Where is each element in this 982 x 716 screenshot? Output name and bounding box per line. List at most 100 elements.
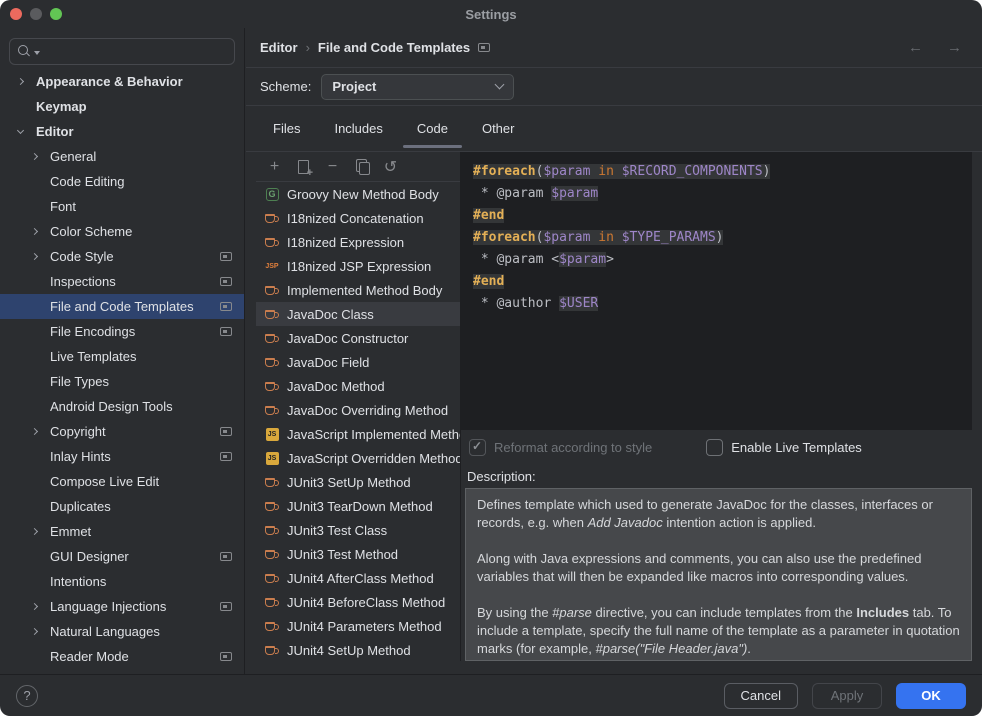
sidebar-item-gui-designer[interactable]: GUI Designer — [0, 544, 244, 569]
add-button[interactable]: + — [260, 154, 289, 180]
reset-button[interactable]: ↺ — [376, 154, 405, 180]
groovy-icon: G — [264, 188, 280, 201]
sidebar-item-file-and-code-templates[interactable]: File and Code Templates — [0, 294, 244, 319]
sidebar-item-keymap[interactable]: Keymap — [0, 94, 244, 119]
java-icon — [264, 646, 280, 655]
create-from-template-button[interactable] — [289, 154, 318, 180]
list-item-javascript-overridden-method[interactable]: JSJavaScript Overridden Method — [256, 446, 460, 470]
list-item-junit4-afterclass-method[interactable]: JUnit4 AfterClass Method — [256, 566, 460, 590]
back-icon[interactable]: ← — [908, 39, 923, 56]
search-icon — [17, 44, 32, 59]
tab-includes[interactable]: Includes — [330, 106, 386, 151]
help-button[interactable]: ? — [16, 685, 38, 707]
forward-icon[interactable]: → — [947, 39, 962, 56]
duplicate-button[interactable] — [347, 154, 376, 180]
sidebar-item-general[interactable]: General — [0, 144, 244, 169]
search-history-caret-icon[interactable] — [34, 51, 40, 55]
zoom-button[interactable] — [50, 8, 62, 20]
project-settings-badge-icon — [220, 302, 232, 311]
live-templates-checkbox[interactable] — [706, 439, 723, 456]
sidebar-item-emmet[interactable]: Emmet — [0, 519, 244, 544]
cancel-button[interactable]: Cancel — [724, 683, 798, 709]
list-item-i18nized-concatenation[interactable]: I18nized Concatenation — [256, 206, 460, 230]
chevron-right-icon[interactable] — [32, 629, 50, 634]
chevron-right-icon[interactable] — [32, 229, 50, 234]
java-icon — [264, 526, 280, 535]
live-templates-checkbox-group[interactable]: Enable Live Templates — [706, 439, 862, 456]
template-list-toolbar: + − ↺ — [256, 152, 460, 182]
chevron-right-icon[interactable] — [32, 604, 50, 609]
project-settings-badge-icon — [220, 427, 232, 436]
titlebar: Settings — [0, 0, 982, 28]
chevron-right-icon[interactable] — [18, 79, 36, 84]
sidebar-item-label: Inlay Hints — [50, 449, 220, 464]
sidebar-item-appearance-behavior[interactable]: Appearance & Behavior — [0, 69, 244, 94]
chevron-right-icon[interactable] — [32, 429, 50, 434]
list-item-javadoc-class[interactable]: JavaDoc Class — [256, 302, 460, 326]
list-item-junit3-teardown-method[interactable]: JUnit3 TearDown Method — [256, 494, 460, 518]
list-item-implemented-method-body[interactable]: Implemented Method Body — [256, 278, 460, 302]
sidebar-item-live-templates[interactable]: Live Templates — [0, 344, 244, 369]
sidebar-item-inspections[interactable]: Inspections — [0, 269, 244, 294]
sidebar-item-intentions[interactable]: Intentions — [0, 569, 244, 594]
list-item-junit3-test-class[interactable]: JUnit3 Test Class — [256, 518, 460, 542]
sidebar-item-color-scheme[interactable]: Color Scheme — [0, 219, 244, 244]
chevron-down-icon[interactable] — [18, 130, 36, 133]
minimize-button[interactable] — [30, 8, 42, 20]
list-item-junit3-setup-method[interactable]: JUnit3 SetUp Method — [256, 470, 460, 494]
ok-button[interactable]: OK — [896, 683, 966, 709]
sidebar-item-label: Reader Mode — [50, 649, 220, 664]
sidebar-item-editor[interactable]: Editor — [0, 119, 244, 144]
tabs: Files Includes Code Other — [246, 106, 982, 151]
reformat-checkbox[interactable] — [469, 439, 486, 456]
sidebar-item-label: GUI Designer — [50, 549, 220, 564]
sidebar-item-reader-mode[interactable]: Reader Mode — [0, 644, 244, 669]
tab-other[interactable]: Other — [478, 106, 519, 151]
chevron-right-icon[interactable] — [32, 529, 50, 534]
sidebar-item-label: Duplicates — [50, 499, 232, 514]
sidebar-item-android-design-tools[interactable]: Android Design Tools — [0, 394, 244, 419]
tab-files[interactable]: Files — [269, 106, 304, 151]
list-item-groovy-new-method-body[interactable]: GGroovy New Method Body — [256, 182, 460, 206]
code-line: #end — [473, 205, 960, 227]
search-input[interactable] — [9, 38, 235, 65]
sidebar-item-natural-languages[interactable]: Natural Languages — [0, 619, 244, 644]
sidebar-item-compose-live-edit[interactable]: Compose Live Edit — [0, 469, 244, 494]
code-line: * @param $param — [473, 183, 960, 205]
list-item-junit4-parameters-method[interactable]: JUnit4 Parameters Method — [256, 614, 460, 638]
list-item-i18nized-jsp-expression[interactable]: JSPI18nized JSP Expression — [256, 254, 460, 278]
sidebar-item-code-editing[interactable]: Code Editing — [0, 169, 244, 194]
template-editor[interactable]: #foreach($param in $RECORD_COMPONENTS) *… — [461, 152, 972, 430]
list-item-javascript-implemented-method[interactable]: JSJavaScript Implemented Method — [256, 422, 460, 446]
chevron-right-icon[interactable] — [32, 254, 50, 259]
list-item-junit4-beforeclass-method[interactable]: JUnit4 BeforeClass Method — [256, 590, 460, 614]
sidebar-item-language-injections[interactable]: Language Injections — [0, 594, 244, 619]
list-item-javadoc-constructor[interactable]: JavaDoc Constructor — [256, 326, 460, 350]
remove-button[interactable]: − — [318, 154, 347, 180]
close-button[interactable] — [10, 8, 22, 20]
breadcrumb-editor[interactable]: Editor — [260, 40, 298, 55]
list-item-javadoc-method[interactable]: JavaDoc Method — [256, 374, 460, 398]
list-item-label: JavaScript Overridden Method — [287, 451, 460, 466]
java-icon — [264, 358, 280, 367]
list-item-javadoc-field[interactable]: JavaDoc Field — [256, 350, 460, 374]
scheme-select[interactable]: Project — [321, 74, 514, 100]
code-line: #end — [473, 271, 960, 293]
sidebar-item-file-encodings[interactable]: File Encodings — [0, 319, 244, 344]
sidebar-item-file-types[interactable]: File Types — [0, 369, 244, 394]
reformat-checkbox-group[interactable]: Reformat according to style — [469, 439, 652, 456]
sidebar-item-code-style[interactable]: Code Style — [0, 244, 244, 269]
sidebar-item-duplicates[interactable]: Duplicates — [0, 494, 244, 519]
list-item-javadoc-overriding-method[interactable]: JavaDoc Overriding Method — [256, 398, 460, 422]
list-item-junit4-setup-method[interactable]: JUnit4 SetUp Method — [256, 638, 460, 661]
java-icon — [264, 502, 280, 511]
list-item-junit3-test-method[interactable]: JUnit3 Test Method — [256, 542, 460, 566]
sidebar-item-inlay-hints[interactable]: Inlay Hints — [0, 444, 244, 469]
sidebar-item-copyright[interactable]: Copyright — [0, 419, 244, 444]
list-item-i18nized-expression[interactable]: I18nized Expression — [256, 230, 460, 254]
tab-code[interactable]: Code — [413, 106, 452, 151]
chevron-right-icon[interactable] — [32, 154, 50, 159]
sidebar-item-font[interactable]: Font — [0, 194, 244, 219]
list-item-label: I18nized Concatenation — [287, 211, 424, 226]
jsp-icon: JSP — [264, 263, 280, 270]
